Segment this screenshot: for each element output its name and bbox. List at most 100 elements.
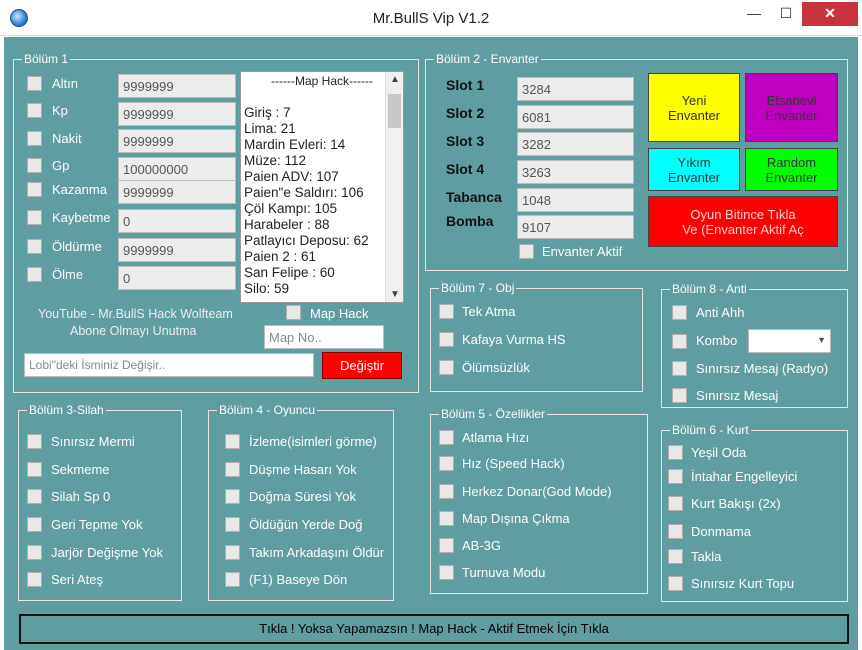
input-slot3[interactable]: 3282 (517, 132, 634, 156)
label-olumsuzluk: Ölümsüzlük (462, 360, 530, 375)
checkbox-kaybetme[interactable] (27, 210, 42, 225)
input-nakit[interactable]: 9999999 (118, 129, 236, 153)
checkbox-gp[interactable] (27, 158, 42, 173)
map-list-item[interactable]: Harabeler : 88 (244, 217, 384, 233)
map-list-item[interactable]: Giriş : 7 (244, 105, 384, 121)
checkbox-kurt-topu[interactable] (668, 576, 683, 591)
oyun-bitince-button[interactable]: Oyun Bitince Tıkla Ve (Envanter Aktif Aç (648, 196, 838, 247)
map-no-input[interactable]: Map No.. (264, 325, 384, 349)
map-hack-activate-button[interactable]: Tıkla ! Yoksa Yapamazsın ! Map Hack - Ak… (19, 614, 849, 644)
checkbox-hiz[interactable] (439, 456, 454, 471)
map-list-box[interactable]: ------Map Hack------ Giriş : 7 Lima: 21 … (240, 71, 404, 303)
label-silah-sp: Silah Sp 0 (51, 489, 111, 504)
label-dogma-suresi: Doğma Süresi Yok (249, 489, 356, 504)
map-list: Giriş : 7 Lima: 21 Mardin Evleri: 14 Müz… (244, 105, 384, 297)
checkbox-takim-arkadasi[interactable] (225, 545, 240, 560)
chevron-down-icon[interactable]: ▼ (817, 335, 826, 345)
scroll-thumb[interactable] (388, 94, 401, 128)
checkbox-ab3g[interactable] (439, 538, 454, 553)
checkbox-nakit[interactable] (27, 131, 42, 146)
scroll-down-icon[interactable]: ▼ (390, 289, 400, 300)
lobby-name-input[interactable]: Lobi"deki İsminiz Değişir.. (24, 353, 314, 377)
checkbox-sekmeme[interactable] (27, 462, 42, 477)
main-form: Bölüm 1 Altın 9999999 Kp 9999999 Nakit 9… (4, 37, 858, 650)
change-button[interactable]: Değiştir (322, 352, 402, 379)
checkbox-kp[interactable] (27, 103, 42, 118)
checkbox-tek-atma[interactable] (439, 304, 454, 319)
label-map-hack: Map Hack (310, 306, 369, 321)
checkbox-altin[interactable] (27, 76, 42, 91)
checkbox-map-hack[interactable] (286, 305, 301, 320)
group-bolum7: Bölüm 7 - Obj Tek Atma Kafaya Vurma HS Ö… (430, 280, 643, 392)
minimize-button[interactable]: — (740, 2, 768, 26)
checkbox-oldurme[interactable] (27, 239, 42, 254)
checkbox-jarjor[interactable] (27, 545, 42, 560)
input-altin[interactable]: 9999999 (118, 74, 236, 98)
map-list-item[interactable]: Paien 2 : 61 (244, 249, 384, 265)
map-list-item[interactable]: Lima: 21 (244, 121, 384, 137)
checkbox-kurt-bakisi[interactable] (668, 496, 683, 511)
checkbox-atlama-hizi[interactable] (439, 430, 454, 445)
input-oldurme[interactable]: 9999999 (118, 238, 236, 262)
input-tabanca[interactable]: 1048 (517, 188, 634, 212)
checkbox-dusme-hasari[interactable] (225, 462, 240, 477)
label-kurt-topu: Sınırsız Kurt Topu (691, 576, 795, 591)
checkbox-map-disina[interactable] (439, 511, 454, 526)
checkbox-sinirsiz-mesaj-radyo[interactable] (672, 361, 687, 376)
input-bomba[interactable]: 9107 (517, 215, 634, 239)
label-takla: Takla (691, 549, 722, 564)
input-slot4[interactable]: 3263 (517, 160, 634, 184)
group-bolum8: Bölüm 8 - Anti Anti Ahh Kombo ▼ Sınırsız… (661, 281, 848, 408)
checkbox-silah-sp[interactable] (27, 489, 42, 504)
input-kp[interactable]: 9999999 (118, 102, 236, 126)
scroll-up-icon[interactable]: ▲ (390, 74, 400, 85)
yeni-envanter-button[interactable]: Yeni Envanter (648, 73, 740, 142)
input-kazanma[interactable]: 9999999 (118, 180, 236, 204)
label-dusme-hasari: Düşme Hasarı Yok (249, 462, 357, 477)
checkbox-seri-ates[interactable] (27, 572, 42, 587)
map-list-item[interactable]: Patlayıcı Deposu: 62 (244, 233, 384, 249)
checkbox-kombo[interactable] (672, 334, 687, 349)
label-intahar: İntahar Engelleyici (691, 469, 798, 484)
input-kaybetme[interactable]: 0 (118, 209, 236, 233)
checkbox-intahar[interactable] (668, 469, 683, 484)
map-list-item[interactable]: Müze: 112 (244, 153, 384, 169)
input-slot2[interactable]: 6081 (517, 105, 634, 129)
checkbox-envanter-aktif[interactable] (519, 244, 534, 259)
checkbox-dogma-suresi[interactable] (225, 489, 240, 504)
random-envanter-button[interactable]: Random Envanter (745, 148, 838, 191)
input-gp[interactable]: 100000000 (118, 157, 236, 181)
map-list-scrollbar[interactable]: ▲ ▼ (385, 72, 403, 302)
map-list-item[interactable]: San Felipe : 60 (244, 265, 384, 281)
checkbox-anti-ahh[interactable] (672, 305, 687, 320)
checkbox-sinirsiz-mermi[interactable] (27, 434, 42, 449)
checkbox-izleme[interactable] (225, 434, 240, 449)
input-slot1[interactable]: 3284 (517, 77, 634, 101)
label-sekmeme: Sekmeme (51, 462, 110, 477)
input-olme[interactable]: 0 (118, 266, 236, 290)
checkbox-takla[interactable] (668, 549, 683, 564)
yikim-envanter-button[interactable]: Yıkım Envanter (648, 148, 740, 191)
maximize-button[interactable]: ☐ (772, 2, 800, 26)
checkbox-oldugun-yerde[interactable] (225, 517, 240, 532)
checkbox-olme[interactable] (27, 267, 42, 282)
map-list-item[interactable]: Paien"e Saldırı: 106 (244, 185, 384, 201)
checkbox-kafaya-vurma[interactable] (439, 332, 454, 347)
title-bar: Mr.BullS Vip V1.2 — ☐ ✕ (0, 0, 862, 36)
map-list-item[interactable]: Paien ADV: 107 (244, 169, 384, 185)
efsanevi-envanter-button[interactable]: Efsanevi Envanter (745, 73, 838, 142)
map-list-item[interactable]: Çöl Kampı: 105 (244, 201, 384, 217)
checkbox-yesil-oda[interactable] (668, 445, 683, 460)
close-button[interactable]: ✕ (802, 2, 858, 26)
checkbox-donmama[interactable] (668, 524, 683, 539)
checkbox-god-mode[interactable] (439, 484, 454, 499)
checkbox-turnuva[interactable] (439, 565, 454, 580)
checkbox-sinirsiz-mesaj[interactable] (672, 388, 687, 403)
checkbox-baseye-don[interactable] (225, 572, 240, 587)
kombo-select[interactable]: ▼ (748, 329, 831, 353)
map-list-item[interactable]: Silo: 59 (244, 281, 384, 297)
map-list-item[interactable]: Mardin Evleri: 14 (244, 137, 384, 153)
checkbox-olumsuzluk[interactable] (439, 360, 454, 375)
checkbox-geri-tepme[interactable] (27, 517, 42, 532)
checkbox-kazanma[interactable] (27, 182, 42, 197)
